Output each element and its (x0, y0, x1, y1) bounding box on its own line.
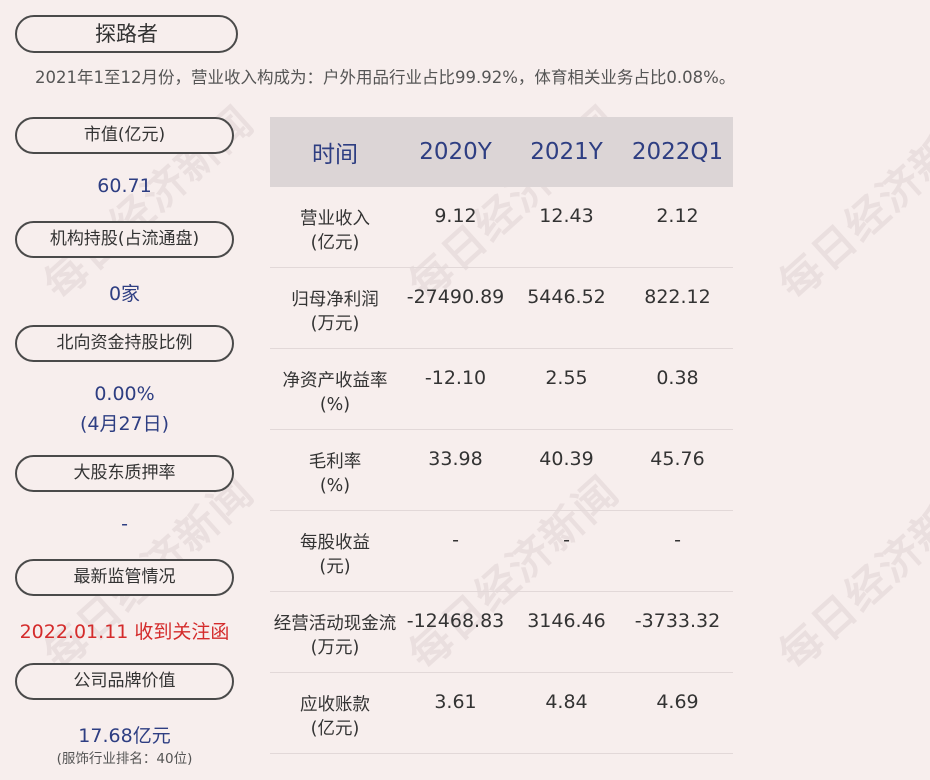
table-cell: 4.84 (545, 691, 588, 713)
table-cell: 45.76 (650, 448, 705, 470)
metric-name: 营业收入 (300, 209, 370, 229)
table-row: 毛利率 (%) 33.98 40.39 45.76 (270, 430, 733, 511)
row-label: 归母净利润 (万元) (270, 268, 400, 336)
header-2020y: 2020Y (419, 139, 492, 165)
row-label: 经营活动现金流 (万元) (270, 592, 400, 660)
institution-holding-value: 0家 (108, 283, 141, 305)
table-row: 每股收益 (元) - - - (270, 511, 733, 592)
row-label: 每股收益 (元) (270, 511, 400, 579)
metric-unit: (%) (319, 395, 351, 415)
table-cell: 5446.52 (527, 286, 606, 308)
regulation-label: 最新监管情况 (15, 559, 234, 596)
company-name: 探路者 (15, 15, 238, 53)
watermark: 每日经济新闻 (769, 96, 930, 310)
metric-unit: (元) (319, 557, 351, 577)
northbound-ratio-date: (4月27日) (79, 413, 170, 435)
brand-rank-note: (服饰行业排名：40位) (56, 751, 193, 767)
financial-table: 时间 2020Y 2021Y 2022Q1 营业收入 (亿元) 9.12 12.43 2… (270, 117, 733, 754)
row-label: 毛利率 (%) (270, 430, 400, 498)
pledge-ratio-value: - (121, 513, 128, 535)
table-cell: - (563, 529, 570, 551)
northbound-ratio-value: 0.00% (94, 383, 155, 405)
metric-unit: (万元) (310, 638, 360, 658)
header-2022q1: 2022Q1 (631, 139, 724, 165)
metric-name: 经营活动现金流 (273, 614, 397, 634)
table-row: 应收账款 (亿元) 3.61 4.84 4.69 (270, 673, 733, 754)
metric-name: 应收账款 (300, 695, 370, 715)
table-cell: -12.10 (424, 367, 487, 389)
institution-holding-label: 机构持股(占流通盘) (15, 221, 234, 258)
brand-value-label: 公司品牌价值 (15, 663, 234, 700)
table-cell: 2.55 (545, 367, 588, 389)
table-cell: 40.39 (539, 448, 594, 470)
brand-value: 17.68亿元 (78, 725, 171, 747)
watermark: 每日经济新闻 (769, 466, 930, 680)
metric-name: 归母净利润 (291, 290, 379, 310)
table-cell: 822.12 (644, 286, 711, 308)
header-time: 时间 (312, 142, 358, 168)
table-row: 营业收入 (亿元) 9.12 12.43 2.12 (270, 187, 733, 268)
table-cell: -12468.83 (406, 610, 505, 632)
table-body: 营业收入 (亿元) 9.12 12.43 2.12 归母净利润 (万元) -27490.89 5… (270, 187, 733, 754)
table-cell: - (674, 529, 681, 551)
table-cell: 0.38 (656, 367, 699, 389)
table-cell: 3146.46 (527, 610, 606, 632)
table-cell: 33.98 (428, 448, 483, 470)
row-label: 应收账款 (亿元) (270, 673, 400, 741)
table-cell: -27490.89 (406, 286, 505, 308)
table-row: 净资产收益率 (%) -12.10 2.55 0.38 (270, 349, 733, 430)
metric-name: 每股收益 (300, 533, 370, 553)
table-cell: 12.43 (539, 205, 594, 227)
metric-unit: (亿元) (310, 719, 360, 739)
table-cell: 4.69 (656, 691, 699, 713)
table-header: 时间 2020Y 2021Y 2022Q1 (270, 117, 733, 187)
table-cell: 9.12 (434, 205, 477, 227)
row-label: 净资产收益率 (%) (270, 349, 400, 417)
metric-unit: (万元) (310, 314, 360, 334)
table-cell: 3.61 (434, 691, 477, 713)
header-2021y: 2021Y (530, 139, 603, 165)
revenue-summary: 2021年1至12月份，营业收入构成为：户外用品行业占比99.92%，体育相关业… (35, 68, 736, 87)
pledge-ratio-label: 大股东质押率 (15, 455, 234, 492)
metric-unit: (亿元) (310, 233, 360, 253)
metric-name: 毛利率 (308, 452, 362, 472)
row-label: 营业收入 (亿元) (270, 187, 400, 255)
regulation-value: 2022.01.11 收到关注函 (19, 621, 230, 643)
table-cell: - (452, 529, 459, 551)
table-cell: -3733.32 (634, 610, 721, 632)
table-row: 归母净利润 (万元) -27490.89 5446.52 822.12 (270, 268, 733, 349)
northbound-ratio-label: 北向资金持股比例 (15, 325, 234, 362)
market-cap-value: 60.71 (97, 175, 152, 197)
metric-name: 净资产收益率 (282, 371, 388, 391)
table-row: 经营活动现金流 (万元) -12468.83 3146.46 -3733.32 (270, 592, 733, 673)
metric-unit: (%) (319, 476, 351, 496)
table-cell: 2.12 (656, 205, 699, 227)
market-cap-label: 市值(亿元) (15, 117, 234, 154)
